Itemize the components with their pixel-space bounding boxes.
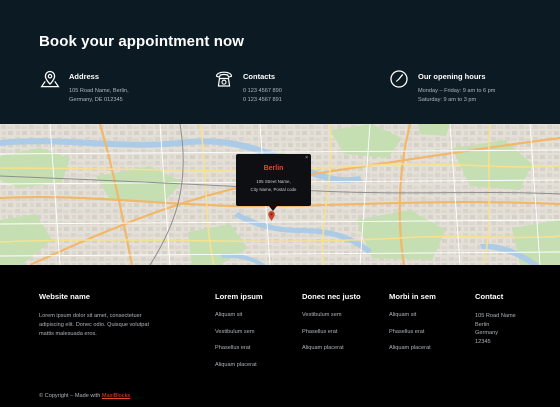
popup-pointer: [269, 206, 277, 211]
footer-link[interactable]: Aliquam sit: [389, 312, 436, 318]
clock-icon: [390, 70, 408, 88]
footer-contact-line: Berlin: [475, 321, 490, 328]
footer-contact-line: 12345: [475, 338, 491, 345]
footer-contact-line: Germany: [475, 330, 499, 337]
contacts-title: Contacts: [243, 72, 276, 81]
phone-number[interactable]: 0 123 4567 890: [243, 88, 282, 94]
address-title: Address: [69, 72, 100, 81]
footer-column-heading: Contact: [475, 292, 504, 301]
footer-link[interactable]: Vestibulum sem: [215, 329, 263, 335]
address-line: Germany, DE 012345: [69, 97, 123, 103]
popup-address-line: 105 Street Name,: [256, 179, 291, 184]
footer-column: Lorem ipsum Aliquam sit Vestibulum sem P…: [215, 292, 263, 378]
opening-hours-line: Monday – Friday: 9 am to 6 pm: [418, 88, 496, 94]
footer-link[interactable]: Phasellus erat: [215, 345, 263, 351]
phone-number[interactable]: 0 123 4567 891: [243, 97, 282, 103]
footer-link[interactable]: Aliquam sit: [215, 312, 263, 318]
footer-about: Website name Lorem ipsum dolor sit amet,…: [39, 292, 189, 338]
footer-column: Morbi in sem Aliquam sit Phasellus erat …: [389, 292, 436, 362]
copyright: © Copyright – Made with MaxiBlocks: [39, 393, 130, 399]
address-line: 105 Road Name, Berlin,: [69, 88, 129, 94]
opening-hours-line: Saturday: 9 am to 3 pm: [418, 97, 477, 103]
footer-column-heading: Lorem ipsum: [215, 292, 263, 301]
footer-site-name: Website name: [39, 292, 90, 301]
page-title: Book your appointment now: [39, 33, 244, 50]
site-footer: Website name Lorem ipsum dolor sit amet,…: [0, 265, 560, 407]
location-marker-icon[interactable]: [268, 211, 275, 221]
phone-icon: [215, 71, 233, 87]
map-pin-icon: [40, 70, 60, 88]
footer-column-heading: Donec nec justo: [302, 292, 361, 301]
footer-contact-line: 105 Road Name: [475, 313, 516, 319]
map-info-popup: × Berlin 105 Street Name, City Name, Pos…: [236, 154, 311, 211]
footer-column: Donec nec justo Vestibulum sem Phasellus…: [302, 292, 361, 362]
footer-link[interactable]: Phasellus erat: [389, 329, 436, 335]
popup-address-line: City Name, Postal code: [250, 187, 297, 192]
footer-link[interactable]: Vestibulum sem: [302, 312, 361, 318]
copyright-text: © Copyright – Made with: [39, 393, 102, 399]
footer-link[interactable]: Aliquam placerat: [389, 345, 436, 351]
appointment-section: Book your appointment now Address 105 Ro…: [0, 0, 560, 124]
footer-link[interactable]: Phasellus erat: [302, 329, 361, 335]
footer-description: Lorem ipsum dolor sit amet, consectetuer…: [39, 313, 150, 337]
footer-column-heading: Morbi in sem: [389, 292, 436, 301]
footer-link[interactable]: Aliquam placerat: [215, 362, 263, 368]
footer-contact: Contact 105 Road Name Berlin Germany 123…: [475, 292, 516, 346]
popup-title: Berlin: [263, 165, 284, 172]
footer-link[interactable]: Aliquam placerat: [302, 345, 361, 351]
opening-hours-title: Our opening hours: [418, 72, 486, 81]
popup-close-button[interactable]: ×: [305, 155, 308, 161]
brand-link[interactable]: MaxiBlocks: [102, 393, 130, 399]
